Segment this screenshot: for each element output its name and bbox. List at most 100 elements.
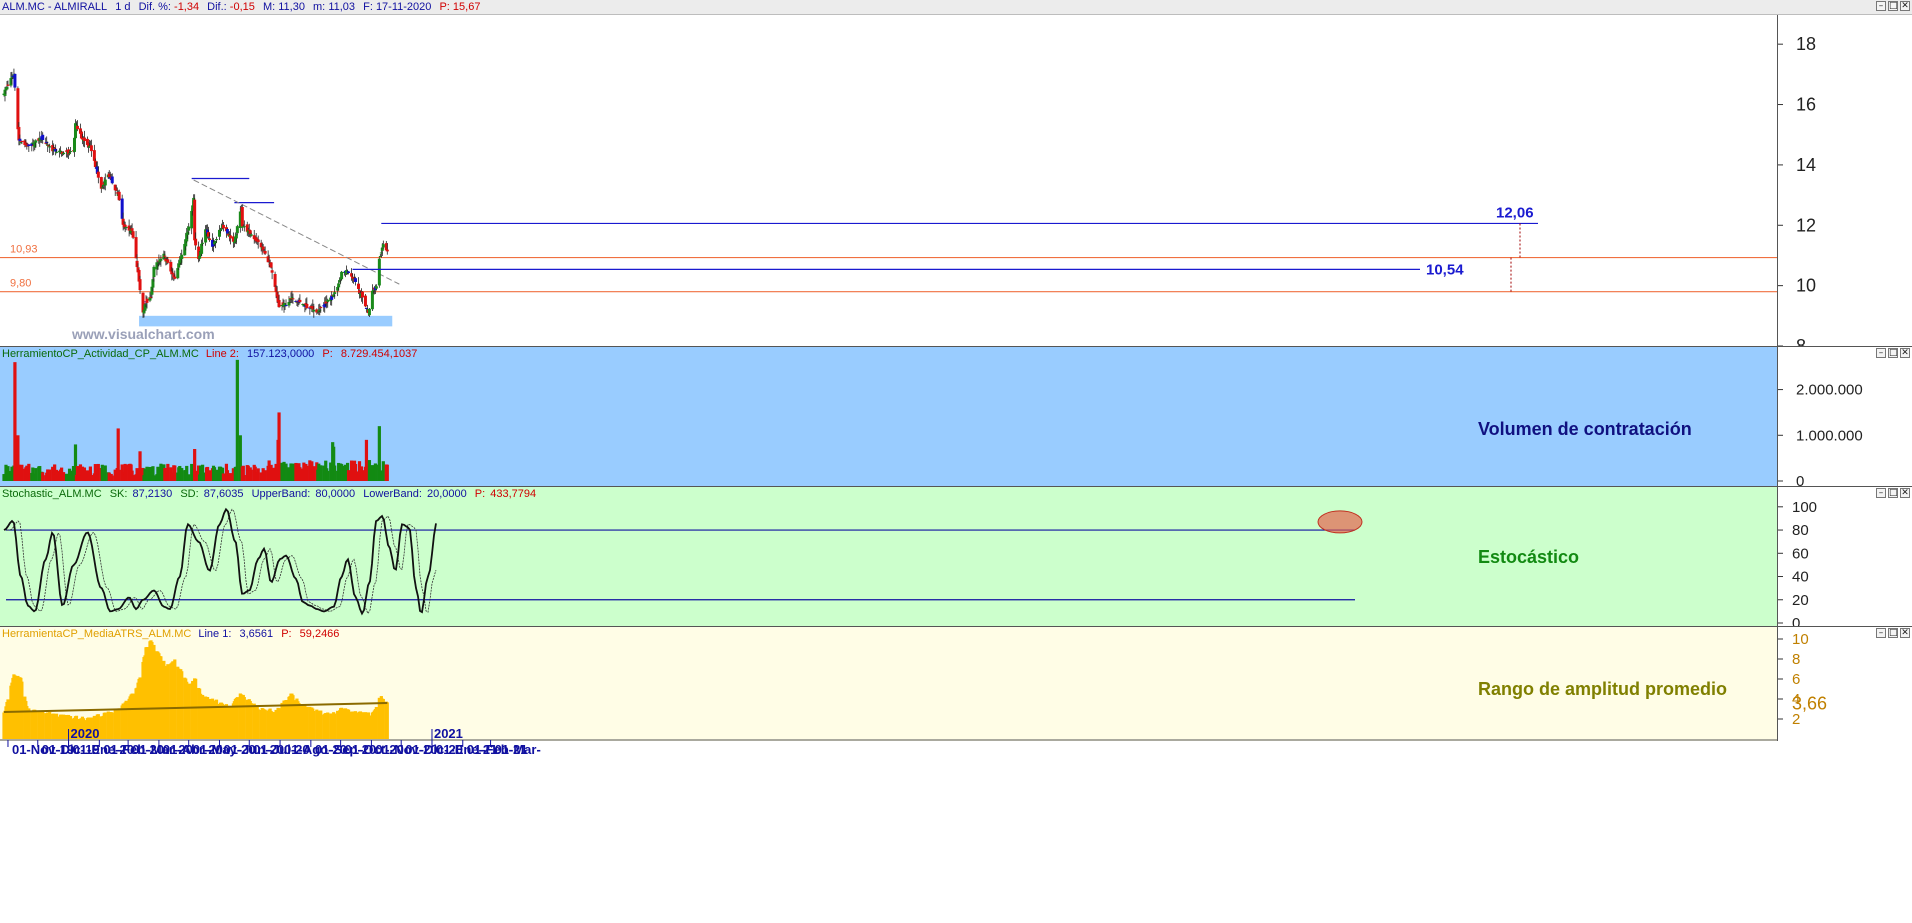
candle-body (277, 300, 281, 308)
maximize-button[interactable]: □ (1888, 488, 1898, 498)
volume-bar (75, 466, 80, 481)
volume-bar (235, 359, 239, 481)
atr-bar (374, 706, 378, 739)
sd-label: SD: (180, 488, 199, 500)
volume-bar (180, 468, 184, 481)
lowerband-value: 20,0000 (426, 488, 467, 500)
candle-body (166, 259, 170, 263)
atr-bar (145, 647, 149, 739)
date-label: F: (363, 1, 373, 13)
price-panel[interactable]: ALM.MC - ALMIRALL 1 d Dif. %: -1,34 Dif.… (0, 0, 1912, 346)
candle-body (305, 303, 309, 309)
candle-body (159, 258, 163, 261)
atr-bar (41, 710, 45, 739)
close-button[interactable]: ✕ (1900, 1, 1910, 11)
y-tick-label: 2 (1792, 711, 1800, 728)
price-plot[interactable]: 10,93 9,80 12,06 10,54 (0, 0, 1778, 346)
minimize-button[interactable]: – (1876, 488, 1886, 498)
y-tick-label: 14 (1796, 155, 1816, 175)
volume-panel[interactable]: HerramientoCP_Actividad_CP_ALM.MC Line 2… (0, 346, 1912, 487)
minimize-button[interactable]: – (1876, 1, 1886, 11)
volume-bar (159, 463, 163, 481)
atr-bar (291, 695, 295, 739)
close-button[interactable]: ✕ (1900, 488, 1910, 498)
candle-body (333, 292, 337, 294)
candle-body (124, 226, 128, 228)
y-tick-label: 60 (1792, 545, 1809, 562)
watermark: www.visualchart.com (72, 326, 215, 342)
atr-bar (166, 664, 170, 739)
p-value: 15,67 (452, 1, 481, 13)
volume-bar (34, 468, 38, 481)
volume-bar (145, 466, 149, 481)
minimize-button[interactable]: – (1876, 628, 1886, 638)
atr-bar (61, 714, 66, 739)
atr-bar (228, 707, 233, 739)
stochastic-panel[interactable]: Stochastic_ALM.MC SK: 87,2130 SD: 87,603… (0, 486, 1912, 627)
target-label: 12,06 (1496, 204, 1534, 221)
volume-bar (221, 473, 226, 481)
y-tick-label: 20 (1792, 592, 1809, 609)
atr-plot[interactable]: 01-Nov-1901-Dic-1901-Ene-2001-Feb-2001-M… (0, 627, 1778, 923)
volume-plot[interactable] (0, 347, 1778, 487)
candle-body (130, 228, 134, 231)
year-marker-label: 2020 (71, 726, 100, 741)
volume-bar (187, 474, 191, 481)
atr-bar (55, 713, 59, 739)
volume-title: Volumen de contratación (1478, 419, 1692, 439)
volume-bar (284, 463, 288, 481)
candle-body (5, 86, 9, 90)
volume-bar (319, 465, 323, 481)
y-tick-label: 18 (1796, 34, 1816, 54)
atr-bar (353, 711, 358, 739)
maximize-button[interactable]: □ (1888, 1, 1898, 11)
atr-window-buttons: – □ ✕ (1876, 628, 1910, 638)
atr-bar (187, 683, 191, 739)
volume-bar (298, 467, 302, 481)
maximize-button[interactable]: □ (1888, 628, 1898, 638)
candle-body (6, 84, 10, 86)
atr-panel[interactable]: HerramientaCP_MediaATRS_ALM.MC Line 1: 3… (0, 626, 1912, 923)
atr-indicator-name: HerramientaCP_MediaATRS_ALM.MC (2, 628, 192, 640)
close-button[interactable]: ✕ (1900, 348, 1910, 358)
candle-body (145, 298, 149, 303)
close-button[interactable]: ✕ (1900, 628, 1910, 638)
candle-body (228, 235, 232, 239)
stochastic-title: Estocástico (1478, 547, 1580, 567)
volume-bar (263, 470, 267, 481)
stochastic-p-value: 433,7794 (490, 488, 537, 500)
candle-body (110, 176, 114, 184)
volume-bar (381, 461, 385, 481)
atr-bar (117, 708, 121, 739)
volume-bar (55, 469, 59, 481)
candle-body (273, 274, 277, 287)
candle-body (13, 73, 17, 88)
min-value: 11,03 (328, 1, 356, 13)
candle-body (68, 153, 72, 155)
atr-bar (235, 697, 239, 739)
volume-bar (353, 464, 358, 481)
atr-bar (333, 713, 337, 739)
candle-body (131, 231, 135, 238)
atr-bar (256, 709, 260, 739)
atr-bar (221, 704, 226, 739)
atr-bar (13, 675, 17, 739)
atr-bar (173, 659, 177, 739)
y-tick-label: 40 (1792, 569, 1809, 586)
volume-bar (360, 470, 365, 481)
volume-bar (124, 464, 128, 481)
candle-body (62, 152, 66, 155)
candle-body (123, 224, 127, 227)
atr-p-value: 59,2466 (299, 628, 340, 640)
y-tick-label: 6 (1792, 671, 1800, 688)
candle-body (73, 137, 77, 152)
volume-bar (242, 475, 246, 481)
atr-bar (360, 712, 365, 739)
maximize-button[interactable]: □ (1888, 348, 1898, 358)
volume-bar (6, 466, 10, 481)
candle-body (18, 138, 22, 141)
upperband-label: UpperBand: (251, 488, 311, 500)
symbol-label: ALM.MC - ALMIRALL (2, 1, 108, 13)
stochastic-header: Stochastic_ALM.MC SK: 87,2130 SD: 87,603… (0, 487, 541, 501)
minimize-button[interactable]: – (1876, 348, 1886, 358)
